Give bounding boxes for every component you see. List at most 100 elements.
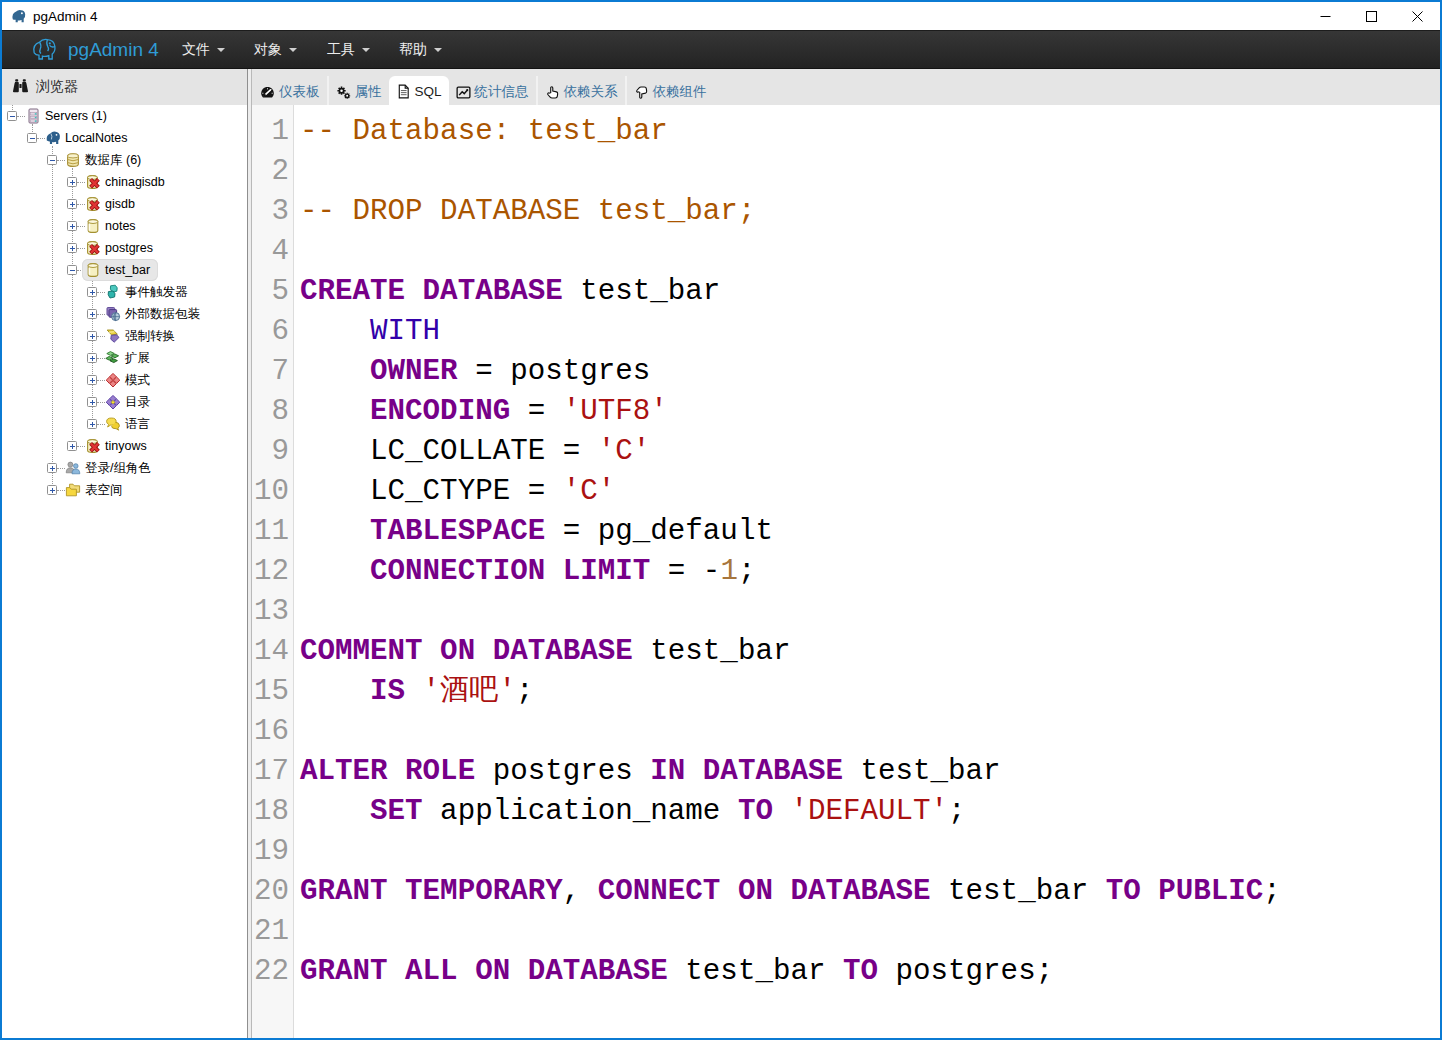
- tree-node-servers-1-[interactable]: Servers (1): [22, 105, 115, 127]
- browser-panel-header[interactable]: 浏览器: [2, 69, 247, 105]
- window-controls: [1302, 2, 1440, 30]
- token-keyword: COMMENT ON DATABASE: [300, 635, 633, 668]
- line-number: 7: [252, 352, 293, 392]
- menu-file-label: 文件: [182, 41, 210, 59]
- tab-dependencies[interactable]: 依赖关系: [536, 76, 625, 105]
- content-area: 浏览器 Servers (1) LocalNotes 数据库 (6) chinagis…: [2, 69, 1440, 1038]
- line-number: 18: [252, 792, 293, 832]
- caret-down-icon: [217, 48, 225, 52]
- expand-toggle-icon[interactable]: [87, 375, 97, 385]
- tree-node-tinyows[interactable]: tinyows: [82, 435, 155, 457]
- tree-node-test_bar[interactable]: test_bar: [82, 259, 158, 281]
- tree-node-label: 事件触发器: [125, 284, 188, 301]
- expand-toggle-icon[interactable]: [87, 331, 97, 341]
- token-plain: = pg_default: [545, 515, 773, 548]
- tree-node-label: 数据库 (6): [85, 152, 141, 169]
- tab-dependents[interactable]: 依赖组件: [625, 76, 714, 105]
- token-string: '酒吧': [423, 675, 516, 708]
- expand-toggle-icon[interactable]: [87, 419, 97, 429]
- collapse-toggle-icon[interactable]: [47, 155, 57, 165]
- tree-node-chinagisdb[interactable]: chinagisdb: [82, 171, 173, 193]
- expand-toggle-icon[interactable]: [67, 199, 77, 209]
- expand-toggle-icon[interactable]: [87, 309, 97, 319]
- close-button[interactable]: [1394, 2, 1440, 30]
- token-plain: [300, 355, 370, 388]
- tree-node--[interactable]: 登录/组角色: [62, 457, 159, 479]
- expand-toggle-icon[interactable]: [67, 441, 77, 451]
- tree-node--[interactable]: 扩展: [102, 347, 158, 369]
- line-number: 3: [252, 192, 293, 232]
- expand-toggle-icon[interactable]: [87, 353, 97, 363]
- collapse-toggle-icon[interactable]: [67, 265, 77, 275]
- token-keyword: IN DATABASE: [650, 755, 843, 788]
- foreign-data-wrappers-icon: [105, 306, 121, 322]
- event-triggers-icon: [105, 284, 121, 300]
- tab-sql-label: SQL: [415, 84, 442, 99]
- sql-editor[interactable]: 12345678910111213141516171819202122 -- D…: [252, 105, 1440, 1038]
- expand-toggle-icon[interactable]: [47, 485, 57, 495]
- tree-row-gisdb: gisdb: [2, 193, 247, 215]
- token-number: 1: [720, 555, 738, 588]
- code-line-20: GRANT TEMPORARY, CONNECT ON DATABASE tes…: [300, 872, 1440, 912]
- code-line-22: GRANT ALL ON DATABASE test_bar TO postgr…: [300, 952, 1440, 992]
- tree-node-gisdb[interactable]: gisdb: [82, 193, 143, 215]
- tab-properties[interactable]: 属性: [327, 76, 389, 105]
- tab-dependencies-label: 依赖关系: [564, 83, 618, 101]
- line-number: 5: [252, 272, 293, 312]
- code-line-17: ALTER ROLE postgres IN DATABASE test_bar: [300, 752, 1440, 792]
- tree-node-label: Servers (1): [45, 109, 107, 123]
- token-plain: ;: [738, 555, 756, 588]
- expand-toggle-icon[interactable]: [67, 177, 77, 187]
- expand-toggle-icon[interactable]: [47, 463, 57, 473]
- tree-row--: 强制转换: [2, 325, 247, 347]
- tree-node--[interactable]: 模式: [102, 369, 158, 391]
- tree-node--[interactable]: 目录: [102, 391, 158, 413]
- tree-node-label: 表空间: [85, 482, 123, 499]
- collapse-toggle-icon[interactable]: [27, 133, 37, 143]
- expand-toggle-icon[interactable]: [67, 221, 77, 231]
- languages-icon: [105, 416, 121, 432]
- token-plain: ;: [1263, 875, 1281, 908]
- pgadmin-brand: pgAdmin 4: [30, 31, 159, 68]
- token-string: 'C': [598, 435, 651, 468]
- expand-toggle-icon[interactable]: [87, 287, 97, 297]
- tree-row--: 目录: [2, 391, 247, 413]
- tab-statistics[interactable]: 统计信息: [449, 76, 536, 105]
- tree-node--[interactable]: 语言: [102, 413, 158, 435]
- code-line-10: LC_CTYPE = 'C': [300, 472, 1440, 512]
- tree-row-tinyows: tinyows: [2, 435, 247, 457]
- collapse-toggle-icon[interactable]: [7, 111, 17, 121]
- menu-object[interactable]: 对象: [240, 31, 311, 68]
- dashboard-icon: [260, 85, 275, 100]
- tree-node-label: notes: [105, 219, 136, 233]
- tree-node-notes[interactable]: notes: [82, 215, 144, 237]
- token-plain: [300, 795, 370, 828]
- tree-node--[interactable]: 事件触发器: [102, 281, 196, 303]
- sql-code[interactable]: -- Database: test_bar-- DROP DATABASE te…: [294, 105, 1440, 1038]
- menu-tools[interactable]: 工具: [313, 31, 384, 68]
- tree-node--[interactable]: 表空间: [62, 479, 131, 501]
- expand-toggle-icon[interactable]: [67, 243, 77, 253]
- minimize-button[interactable]: [1302, 2, 1348, 30]
- menu-file[interactable]: 文件: [168, 31, 239, 68]
- maximize-button[interactable]: [1348, 2, 1394, 30]
- tree-node--[interactable]: 外部数据包装: [102, 303, 208, 325]
- tree-row--: 事件触发器: [2, 281, 247, 303]
- token-plain: test_bar: [931, 875, 1106, 908]
- sql-file-icon: [396, 84, 411, 99]
- expand-toggle-icon[interactable]: [87, 397, 97, 407]
- tree-node-postgres[interactable]: postgres: [82, 237, 161, 259]
- menu-help[interactable]: 帮助: [385, 31, 456, 68]
- token-plain: [300, 555, 370, 588]
- tree-node-label: chinagisdb: [105, 175, 165, 189]
- dependencies-hand-icon: [545, 85, 560, 100]
- code-line-4: [300, 232, 1440, 272]
- tab-dashboard[interactable]: 仪表板: [253, 76, 327, 105]
- tab-sql[interactable]: SQL: [389, 76, 449, 106]
- server-group-icon: [25, 108, 41, 124]
- tree-node--6-[interactable]: 数据库 (6): [62, 149, 149, 171]
- statistics-icon: [456, 85, 471, 100]
- catalogs-icon: [105, 394, 121, 410]
- tree-node--[interactable]: 强制转换: [102, 325, 183, 347]
- tree-node-localnotes[interactable]: LocalNotes: [42, 127, 136, 149]
